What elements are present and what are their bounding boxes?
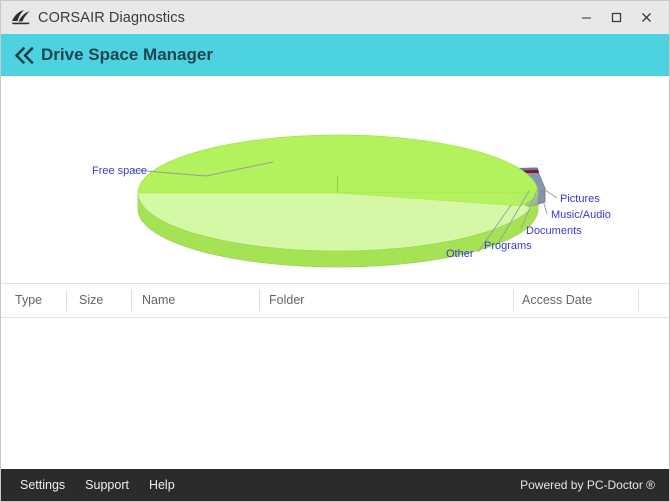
close-icon[interactable] — [631, 1, 661, 34]
double-chevron-left-icon[interactable] — [13, 45, 35, 65]
column-divider[interactable] — [131, 290, 132, 311]
corsair-sails-icon — [11, 10, 31, 26]
column-header-name[interactable]: Name — [142, 293, 175, 307]
column-divider[interactable] — [66, 290, 67, 311]
disk-usage-pie-chart — [1, 128, 669, 283]
column-divider[interactable] — [638, 290, 639, 311]
window-title: CORSAIR Diagnostics — [38, 9, 185, 26]
pie-label-layer — [1, 128, 670, 283]
page-header: Drive Space Manager — [1, 34, 669, 76]
column-divider[interactable] — [259, 290, 260, 311]
powered-by-label: Powered by PC-Doctor ® — [520, 478, 655, 492]
column-header-access-date[interactable]: Access Date — [522, 293, 592, 307]
column-header-type[interactable]: Type — [15, 293, 42, 307]
application-window: CORSAIR Diagnostics Drive Space Manager … — [0, 0, 670, 502]
file-list-table: Type Size Name Folder Access Date — [1, 283, 669, 469]
column-header-size[interactable]: Size — [79, 293, 103, 307]
footer-bar: Settings Support Help Powered by PC-Doct… — [1, 469, 669, 501]
page-title: Drive Space Manager — [41, 45, 213, 64]
table-header-row: Type Size Name Folder Access Date — [1, 284, 669, 318]
column-divider[interactable] — [513, 290, 514, 311]
window-controls — [571, 1, 669, 34]
toolbar: (C:\) Scan View by file type — [1, 76, 669, 195]
maximize-icon[interactable] — [601, 1, 631, 34]
footer-link-settings[interactable]: Settings — [20, 478, 65, 492]
column-header-folder[interactable]: Folder — [269, 293, 304, 307]
footer-link-support[interactable]: Support — [85, 478, 129, 492]
title-bar: CORSAIR Diagnostics — [1, 1, 669, 34]
table-body[interactable] — [1, 318, 669, 469]
minimize-icon[interactable] — [571, 1, 601, 34]
footer-link-help[interactable]: Help — [149, 478, 175, 492]
